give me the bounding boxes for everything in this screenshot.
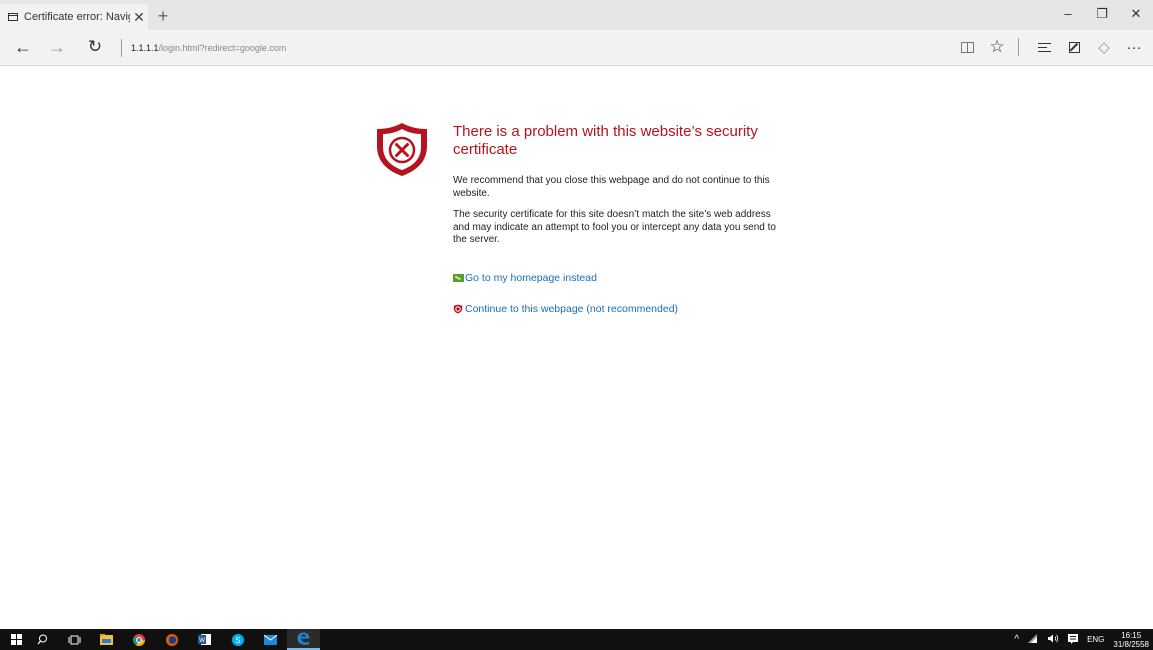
word-icon: W (198, 634, 211, 645)
more-icon: ··· (1126, 38, 1142, 56)
close-window-button[interactable]: ✕ (1119, 0, 1153, 30)
certificate-detail-text: The security certificate for this site d… (453, 209, 776, 245)
file-explorer-button[interactable] (90, 629, 123, 650)
clock[interactable]: 16:15 31/8/2558 (1113, 631, 1149, 649)
hub-icon (1037, 42, 1051, 52)
tab-close-button[interactable]: ✕ (130, 9, 148, 26)
tab-certificate-error[interactable]: Certificate error: Navigat ✕ (0, 4, 148, 30)
edge-button[interactable] (287, 629, 320, 650)
browser-toolbar: ☆ ◇ ··· (950, 34, 1153, 60)
reading-view-icon (960, 41, 974, 53)
star-icon: ☆ (989, 37, 1005, 56)
favorite-button[interactable]: ☆ (984, 34, 1010, 60)
mail-icon (264, 634, 277, 645)
page-content: There is a problem with this website’s s… (0, 66, 1153, 629)
homepage-link-text: Go to my homepage instead (465, 272, 597, 284)
error-description: We recommend that you close this webpage… (453, 175, 783, 256)
skype-icon: S (231, 633, 244, 646)
address-divider (121, 39, 122, 57)
go-to-homepage-link[interactable]: Go to my homepage instead (453, 272, 597, 284)
firefox-icon (165, 633, 178, 646)
svg-text:W: W (199, 638, 205, 644)
show-hidden-icons-button[interactable]: ^ (1014, 634, 1019, 645)
network-icon[interactable] (1028, 634, 1039, 645)
folder-icon (100, 634, 113, 645)
forward-button[interactable]: → (44, 34, 70, 60)
clock-time: 16:15 (1121, 630, 1142, 640)
task-view-icon (68, 635, 81, 644)
navigation-bar: ← → ↻ 1.1.1.1/login.html?redirect=google… (0, 30, 1153, 66)
toolbar-divider (1018, 38, 1019, 56)
taskbar: W S ^ ENG 16:15 31/8/2558 (0, 629, 1153, 650)
recommendation-text: We recommend that you close this webpage… (453, 175, 770, 199)
web-note-button[interactable] (1061, 34, 1087, 60)
address-bar[interactable]: 1.1.1.1/login.html?redirect=google.com (131, 40, 286, 56)
svg-text:S: S (235, 636, 240, 645)
system-tray: ^ ENG 16:15 31/8/2558 (1005, 629, 1153, 650)
green-check-icon (453, 274, 464, 282)
continue-link-text: Continue to this webpage (not recommende… (465, 303, 679, 315)
search-icon (37, 634, 47, 645)
share-button[interactable]: ◇ (1091, 34, 1117, 60)
search-button[interactable] (26, 629, 59, 650)
skype-button[interactable]: S (221, 629, 254, 650)
clock-date: 31/8/2558 (1113, 639, 1149, 649)
red-shield-icon (453, 304, 463, 314)
page-icon (8, 13, 18, 21)
hub-button[interactable] (1031, 34, 1057, 60)
back-button[interactable]: ← (10, 34, 36, 60)
address-host: 1.1.1.1 (131, 43, 159, 53)
volume-icon[interactable] (1048, 634, 1059, 645)
tab-title: Certificate error: Navigat (24, 11, 130, 23)
window-controls: – ❐ ✕ (1051, 0, 1153, 30)
language-indicator[interactable]: ENG (1087, 635, 1104, 644)
chrome-button[interactable] (122, 629, 155, 650)
task-view-button[interactable] (58, 629, 91, 650)
action-center-icon[interactable] (1068, 633, 1079, 646)
firefox-button[interactable] (155, 629, 188, 650)
new-tab-button[interactable]: + (154, 5, 172, 27)
error-title: There is a problem with this website’s s… (453, 123, 758, 158)
more-button[interactable]: ··· (1121, 34, 1147, 60)
web-note-icon (1068, 41, 1080, 53)
share-icon: ◇ (1098, 39, 1110, 56)
tab-strip: Certificate error: Navigat ✕ + – ❐ ✕ (0, 0, 1153, 30)
windows-logo-icon (11, 634, 22, 645)
chrome-icon (132, 633, 145, 646)
shield-error-icon (377, 123, 427, 176)
minimize-button[interactable]: – (1051, 0, 1085, 30)
outlook-button[interactable] (254, 629, 287, 650)
refresh-button[interactable]: ↻ (82, 34, 108, 60)
reading-view-button[interactable] (954, 34, 980, 60)
maximize-button[interactable]: ❐ (1085, 0, 1119, 30)
continue-to-webpage-link[interactable]: Continue to this webpage (not recommende… (453, 303, 678, 315)
edge-icon (297, 632, 310, 645)
word-button[interactable]: W (188, 629, 221, 650)
address-path: /login.html?redirect=google.com (158, 43, 287, 53)
